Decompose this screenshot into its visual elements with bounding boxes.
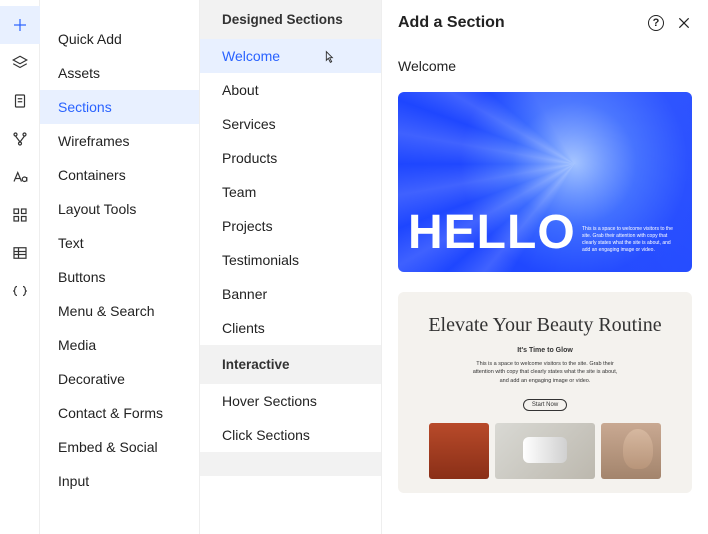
- group-header-designed: Designed Sections: [200, 0, 381, 39]
- beauty-image-row: [416, 423, 674, 479]
- section-item-products[interactable]: Products: [200, 141, 381, 175]
- section-item-click[interactable]: Click Sections: [200, 418, 381, 452]
- rail-table-icon[interactable]: [0, 234, 40, 272]
- rail-code-icon[interactable]: [0, 272, 40, 310]
- beauty-image-3: [601, 423, 661, 479]
- beauty-cta-button: Start Now: [523, 399, 567, 411]
- sidebar-item-layout-tools[interactable]: Layout Tools: [40, 192, 199, 226]
- rail-grid-icon[interactable]: [0, 196, 40, 234]
- panel-header: Add a Section ?: [398, 14, 692, 32]
- sidebar-item-media[interactable]: Media: [40, 328, 199, 362]
- beauty-body-text: This is a space to welcome visitors to t…: [470, 360, 620, 385]
- rail-structure-icon[interactable]: [0, 120, 40, 158]
- help-button[interactable]: ?: [648, 15, 664, 31]
- pointer-cursor-icon: [321, 49, 337, 68]
- section-item-hover[interactable]: Hover Sections: [200, 384, 381, 418]
- close-button[interactable]: [676, 15, 692, 31]
- group-header-interactive: Interactive: [200, 345, 381, 384]
- section-preview-beauty[interactable]: Elevate Your Beauty Routine It's Time to…: [398, 292, 692, 493]
- beauty-image-2: [495, 423, 595, 479]
- sidebar-item-contact-forms[interactable]: Contact & Forms: [40, 396, 199, 430]
- sidebar-item-containers[interactable]: Containers: [40, 158, 199, 192]
- section-item-team[interactable]: Team: [200, 175, 381, 209]
- rail-page-icon[interactable]: [0, 82, 40, 120]
- section-item-services[interactable]: Services: [200, 107, 381, 141]
- panel-title: Add a Section: [398, 14, 505, 32]
- rail-layers-icon[interactable]: [0, 44, 40, 82]
- section-item-projects[interactable]: Projects: [200, 209, 381, 243]
- section-item-clients[interactable]: Clients: [200, 311, 381, 345]
- section-item-testimonials[interactable]: Testimonials: [200, 243, 381, 277]
- beauty-subtitle: It's Time to Glow: [416, 347, 674, 354]
- hello-body-text: This is a space to welcome visitors to t…: [582, 226, 674, 254]
- rail-plus-icon[interactable]: [0, 6, 40, 44]
- section-item-welcome[interactable]: Welcome: [200, 39, 381, 73]
- sidebar-item-menu-search[interactable]: Menu & Search: [40, 294, 199, 328]
- rail-typography-icon[interactable]: [0, 158, 40, 196]
- section-item-label: Welcome: [222, 48, 280, 64]
- hello-headline: HELLO: [408, 205, 576, 260]
- sidebar-item-embed-social[interactable]: Embed & Social: [40, 430, 199, 464]
- beauty-image-1: [429, 423, 489, 479]
- icon-rail: [0, 0, 40, 534]
- sidebar-item-decorative[interactable]: Decorative: [40, 362, 199, 396]
- panel-subtitle: Welcome: [398, 58, 692, 74]
- beauty-title: Elevate Your Beauty Routine: [416, 314, 674, 337]
- sidebar-item-sections[interactable]: Sections: [40, 90, 199, 124]
- sidebar-item-text[interactable]: Text: [40, 226, 199, 260]
- section-item-banner[interactable]: Banner: [200, 277, 381, 311]
- secondary-sidebar: Designed Sections Welcome About Services…: [200, 0, 382, 534]
- section-item-about[interactable]: About: [200, 73, 381, 107]
- sidebar-item-wireframes[interactable]: Wireframes: [40, 124, 199, 158]
- add-section-panel: Add a Section ? Welcome HELLO This is a …: [382, 0, 708, 534]
- sidebar-item-quick-add[interactable]: Quick Add: [40, 22, 199, 56]
- sidebar-item-buttons[interactable]: Buttons: [40, 260, 199, 294]
- sidebar-item-assets[interactable]: Assets: [40, 56, 199, 90]
- group-divider: [200, 452, 381, 476]
- sidebar-item-input[interactable]: Input: [40, 464, 199, 498]
- section-preview-hello[interactable]: HELLO This is a space to welcome visitor…: [398, 92, 692, 272]
- primary-sidebar: Quick Add Assets Sections Wireframes Con…: [40, 0, 200, 534]
